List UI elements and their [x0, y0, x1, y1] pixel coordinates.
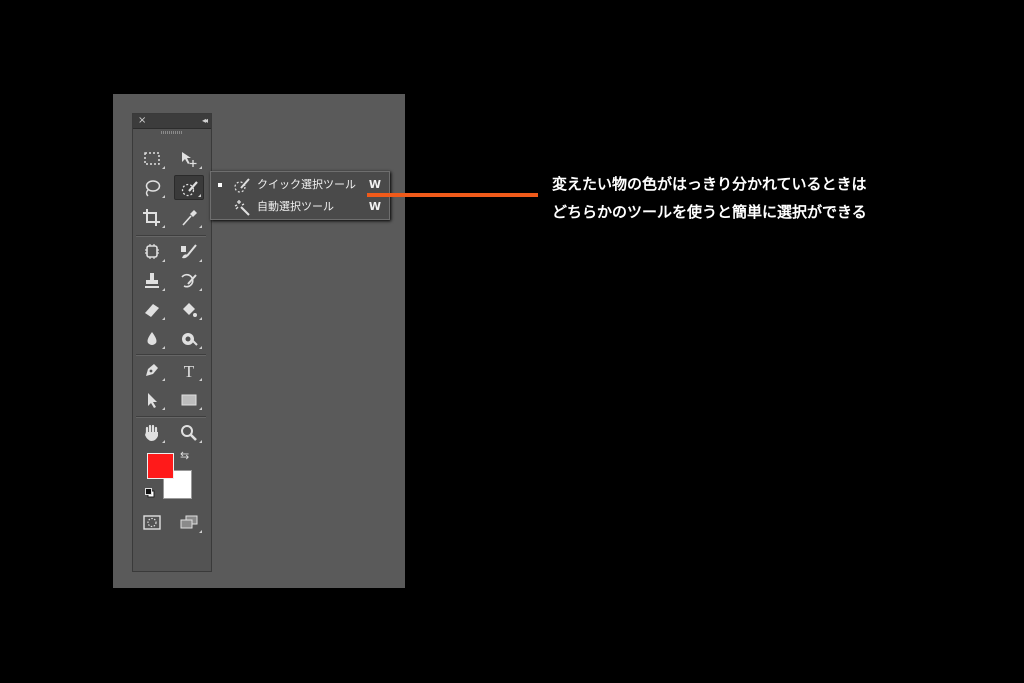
quick-mask-button[interactable] [137, 510, 167, 535]
type-icon: T [184, 362, 195, 380]
panel-header[interactable]: × ◂◂ [133, 114, 211, 129]
panel-grip[interactable] [161, 131, 183, 134]
arrow-icon [148, 393, 157, 408]
flyout-item-shortcut: W [368, 200, 381, 213]
pen-tool[interactable] [137, 358, 167, 383]
blur-tool[interactable] [137, 326, 167, 351]
brush-icon [181, 244, 197, 259]
dodge-icon [182, 333, 198, 346]
foreground-color-swatch[interactable] [147, 453, 174, 479]
dodge-tool[interactable] [174, 326, 204, 351]
brush-tool[interactable] [174, 239, 204, 264]
spot-healing-brush-tool[interactable] [137, 239, 167, 264]
magic-wand-icon [234, 200, 250, 216]
flyout-item-shortcut: W [368, 178, 381, 191]
screen-mode-icon [180, 515, 198, 529]
hand-icon [145, 424, 158, 441]
history-brush-tool[interactable] [174, 268, 204, 293]
svg-text:T: T [184, 362, 195, 380]
close-icon[interactable]: × [138, 115, 146, 127]
quick-mask-icon [143, 515, 161, 530]
hand-tool[interactable] [137, 420, 167, 445]
annotation-line-1: 変えたい物の色がはっきり分かれているときは [552, 175, 867, 193]
quick-selection-tool[interactable] [174, 175, 204, 200]
pen-icon [146, 364, 158, 376]
eyedropper-icon [182, 210, 197, 226]
annotation-line-2: どちらかのツールを使うと簡単に選択ができる [552, 203, 867, 221]
flyout-item-magic-wand[interactable]: 自動選択ツール W [211, 196, 389, 218]
collapse-icon[interactable]: ◂◂ [202, 115, 208, 127]
crop-tool[interactable] [137, 205, 167, 230]
rectangle-tool[interactable] [174, 387, 204, 412]
active-bullet [218, 183, 222, 187]
stamp-icon [145, 273, 159, 288]
screen-mode-button[interactable] [174, 510, 204, 535]
spot-healing-icon [145, 244, 159, 259]
annotation-text: 変えたい物の色がはっきり分かれているときは どちらかのツールを使うと簡単に選択が… [552, 170, 952, 226]
crop-icon [143, 209, 160, 226]
quick-selection-icon [234, 178, 250, 193]
type-tool[interactable]: T [174, 358, 204, 383]
path-selection-tool[interactable] [137, 387, 167, 412]
selection-tool-flyout: クイック選択ツール W 自動選択ツール W [210, 171, 390, 220]
move-tool[interactable] [174, 146, 204, 171]
quick-selection-icon [181, 181, 198, 197]
paint-bucket-tool[interactable] [174, 297, 204, 322]
rectangular-marquee-tool[interactable] [137, 146, 167, 171]
flyout-item-quick-selection[interactable]: クイック選択ツール W [211, 174, 389, 196]
lasso-icon [145, 180, 161, 197]
callout-line [367, 193, 538, 197]
flyout-item-label: クイック選択ツール [257, 178, 356, 191]
zoom-tool[interactable] [174, 420, 204, 445]
clone-stamp-tool[interactable] [137, 268, 167, 293]
marquee-rect-icon [144, 152, 160, 165]
rectangle-icon [181, 394, 197, 406]
default-colors-icon[interactable] [145, 488, 155, 498]
zoom-icon [181, 425, 197, 441]
eraser-tool[interactable] [137, 297, 167, 322]
blur-drop-icon [147, 332, 157, 345]
move-icon [182, 152, 197, 167]
history-brush-icon [181, 273, 197, 288]
swap-colors-icon[interactable]: ⇆ [180, 449, 189, 462]
eyedropper-tool[interactable] [174, 205, 204, 230]
flyout-item-label: 自動選択ツール [257, 200, 334, 213]
eraser-icon [145, 304, 159, 317]
lasso-tool[interactable] [137, 175, 167, 200]
paint-bucket-icon [183, 303, 197, 317]
